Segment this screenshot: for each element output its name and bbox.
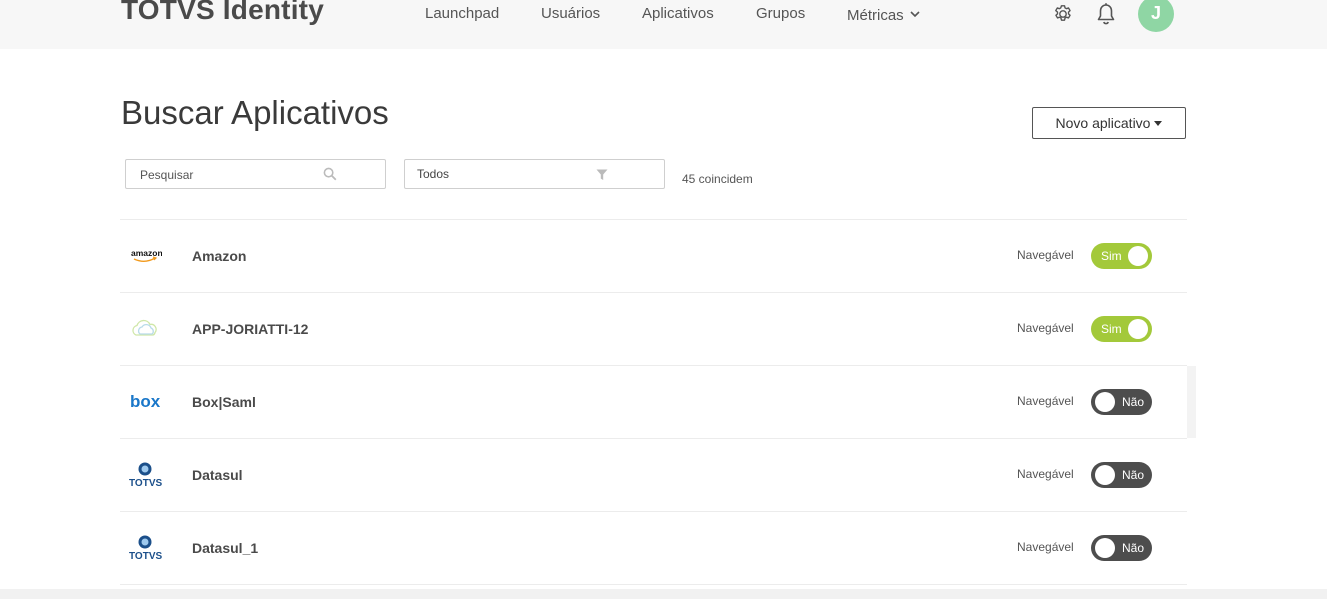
nav-metricas-label: Métricas (847, 7, 904, 24)
list-item[interactable]: APP-JORIATTI-12 Navegável Sim (120, 292, 1187, 365)
search-field (125, 159, 386, 189)
chevron-down-icon (910, 5, 920, 22)
amazon-logo-icon: amazon (128, 241, 163, 271)
avatar[interactable]: J (1138, 0, 1174, 32)
nav-launchpad[interactable]: Launchpad (425, 5, 499, 22)
toggle-label: Sim (1101, 249, 1122, 263)
search-icon[interactable] (323, 167, 337, 181)
list-item[interactable]: amazon Amazon Navegável Sim (120, 219, 1187, 292)
filter-value: Todos (417, 167, 450, 181)
navegavel-label: Navegável (1017, 321, 1074, 335)
app-name: Datasul (192, 467, 243, 483)
match-count: 45 coincidem (682, 172, 753, 186)
list-item[interactable]: TOTVS Datasul Navegável Não (120, 438, 1187, 511)
page-title: Buscar Aplicativos (121, 94, 389, 131)
toggle-label: Não (1121, 395, 1144, 409)
app-name: Amazon (192, 248, 247, 264)
new-app-button[interactable]: Novo aplicativo (1032, 107, 1186, 139)
navegavel-label: Navegável (1017, 248, 1074, 262)
svg-text:TOTVS: TOTVS (129, 551, 162, 562)
navegavel-toggle[interactable]: Não (1091, 462, 1152, 488)
top-navbar: TOTVS Identity Launchpad Usuários Aplica… (0, 0, 1327, 49)
toggle-label: Sim (1101, 322, 1122, 336)
cloud-logo-icon (128, 314, 162, 344)
navegavel-label: Navegável (1017, 394, 1074, 408)
app-name: Box|Saml (192, 394, 256, 410)
svg-text:TOTVS: TOTVS (129, 478, 162, 489)
svg-text:amazon: amazon (131, 248, 162, 258)
toggle-knob (1095, 538, 1115, 558)
caret-down-icon (1154, 121, 1163, 126)
filter-icon (596, 168, 608, 180)
app-name: Datasul_1 (192, 540, 259, 556)
toggle-knob (1128, 246, 1148, 266)
nav-metricas[interactable]: Métricas (847, 5, 920, 24)
app-list: amazon Amazon Navegável Sim APP-JORIATTI… (120, 219, 1196, 585)
gear-icon[interactable] (1052, 3, 1074, 25)
navegavel-toggle[interactable]: Sim (1091, 316, 1152, 342)
list-item[interactable]: TOTVS Datasul_1 Navegável Não (120, 511, 1187, 585)
toggle-knob (1095, 465, 1115, 485)
nav-grupos[interactable]: Grupos (756, 5, 805, 22)
navegavel-label: Navegável (1017, 467, 1074, 481)
box-logo-icon: box (128, 387, 162, 417)
toggle-knob (1128, 319, 1148, 339)
search-input[interactable] (138, 166, 332, 184)
bottom-scroll-strip (0, 589, 1327, 599)
nav-usuarios[interactable]: Usuários (541, 5, 600, 22)
brand-title[interactable]: TOTVS Identity (121, 0, 324, 26)
app-name: APP-JORIATTI-12 (192, 321, 309, 337)
navegavel-toggle[interactable]: Não (1091, 389, 1152, 415)
navegavel-toggle[interactable]: Sim (1091, 243, 1152, 269)
new-app-label: Novo aplicativo (1055, 115, 1151, 131)
nav-aplicativos[interactable]: Aplicativos (642, 5, 714, 22)
navegavel-label: Navegável (1017, 540, 1074, 554)
list-item[interactable]: box Box|Saml Navegável Não (120, 365, 1196, 438)
totvs-logo-icon: TOTVS (128, 460, 162, 490)
svg-text:box: box (130, 392, 161, 411)
toggle-knob (1095, 392, 1115, 412)
toggle-label: Não (1121, 468, 1144, 482)
status-filter-select[interactable]: Todos (404, 159, 665, 189)
bell-icon[interactable] (1095, 2, 1117, 26)
toggle-label: Não (1121, 541, 1144, 555)
navegavel-toggle[interactable]: Não (1091, 535, 1152, 561)
totvs-logo-icon: TOTVS (128, 533, 162, 563)
